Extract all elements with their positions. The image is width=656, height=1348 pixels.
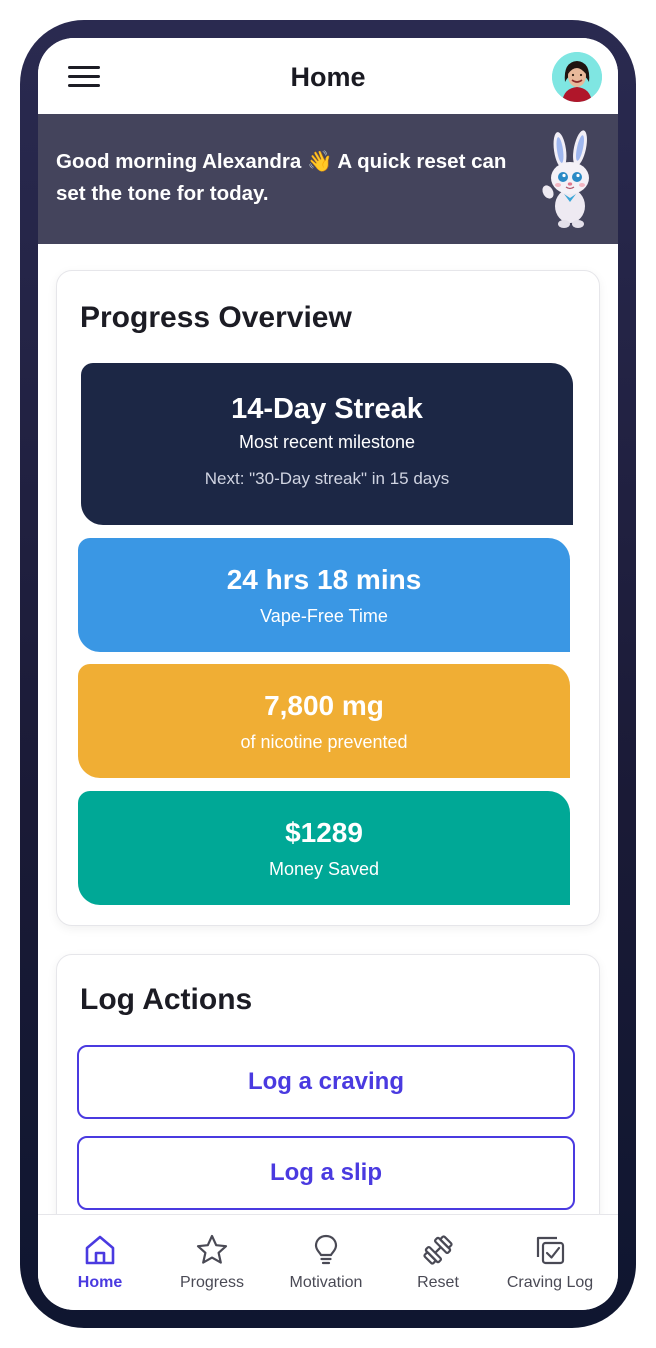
nicotine-prevented-caption: of nicotine prevented [240,732,408,752]
money-saved-caption: Money Saved [268,859,380,879]
next-milestone-text: Next: "30-Day streak" in 15 days [204,469,450,488]
top-app-bar: Home [38,38,618,114]
nav-progress[interactable]: Progress [154,1215,270,1310]
greeting-banner: Good morning Alexandra 👋 A quick reset c… [38,114,618,244]
home-icon [85,1235,115,1265]
vape-free-time-value: 24 hrs 18 mins [226,564,422,595]
streak-milestone-tile[interactable]: 14-Day Streak Most recent milestone Next… [81,363,573,525]
bunny-mascot [538,130,602,230]
dumbbell-icon [423,1235,453,1265]
log-slip-button[interactable]: Log a slip [77,1136,575,1210]
greeting-message: Good morning Alexandra 👋 A quick reset c… [56,150,507,205]
vape-free-time-caption: Vape-Free Time [260,606,388,626]
nav-home-label: Home [77,1274,123,1291]
app-screen: Home Good morning Alexandra 👋 A quick re… [38,38,618,1310]
money-saved-tile[interactable]: $1289 Money Saved [78,791,570,905]
progress-overview-title: Progress Overview [80,301,352,334]
user-avatar[interactable] [552,52,602,102]
lightbulb-icon [314,1234,338,1265]
money-saved-value: $1289 [285,817,363,848]
nav-craving-log[interactable]: Craving Log [492,1215,608,1310]
log-craving-button[interactable]: Log a craving [77,1045,575,1119]
nav-reset-label: Reset [417,1274,459,1291]
nav-progress-label: Progress [179,1274,245,1291]
log-actions-title: Log Actions [80,983,253,1016]
nicotine-prevented-value: 7,800 mg [264,690,384,721]
nav-motivation[interactable]: Motivation [268,1215,384,1310]
checklist-icon [536,1236,565,1265]
progress-overview-card: Progress Overview 14-Day Streak Most rec… [56,270,600,926]
vape-free-time-tile[interactable]: 24 hrs 18 mins Vape-Free Time [78,538,570,652]
page-title: Home [290,62,366,92]
streak-caption: Most recent milestone [238,432,416,452]
nav-reset[interactable]: Reset [380,1215,496,1310]
nav-craving-log-label: Craving Log [506,1274,594,1291]
bottom-navigation: Home Progress Motivation Reset Craving L… [38,1214,618,1310]
star-icon [196,1234,228,1264]
nicotine-prevented-tile[interactable]: 7,800 mg of nicotine prevented [78,664,570,778]
nav-motivation-label: Motivation [289,1274,363,1291]
nav-home[interactable]: Home [42,1215,158,1310]
streak-value: 14-Day Streak [231,393,423,425]
